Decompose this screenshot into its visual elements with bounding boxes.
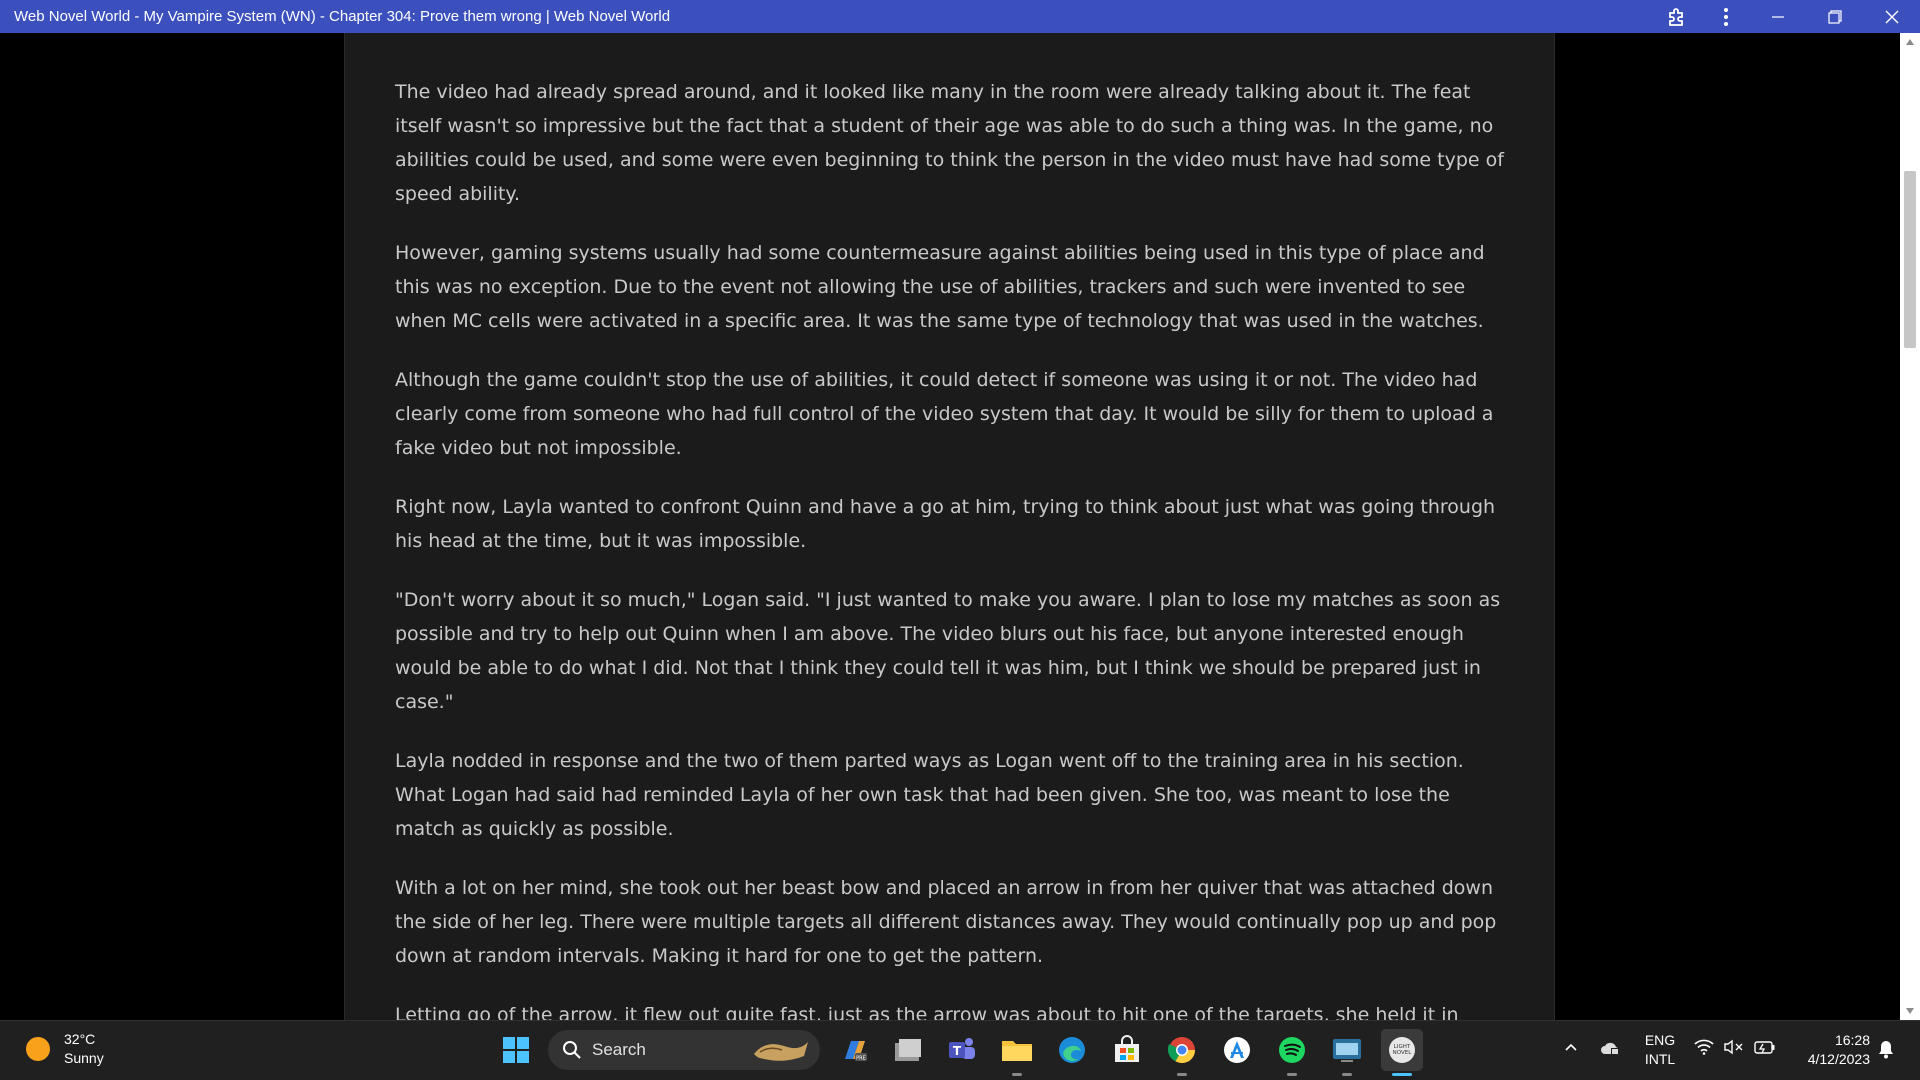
vertical-scrollbar[interactable] xyxy=(1900,33,1920,1020)
paragraph: Layla nodded in response and the two of … xyxy=(395,750,1464,840)
minimize-button[interactable] xyxy=(1749,0,1806,33)
spotify-icon[interactable] xyxy=(1271,1029,1313,1071)
close-button[interactable] xyxy=(1863,0,1920,33)
chapter-content: The video had already spread around, and… xyxy=(344,33,1555,1020)
onedrive-icon[interactable] xyxy=(1599,1039,1623,1061)
restore-button[interactable] xyxy=(1806,0,1863,33)
language-code: ENG xyxy=(1644,1032,1676,1048)
edge-icon[interactable] xyxy=(1051,1029,1093,1071)
store-icon[interactable] xyxy=(1106,1029,1148,1071)
search-label: Search xyxy=(592,1040,646,1059)
app-a-icon[interactable] xyxy=(1216,1029,1258,1071)
weather-condition: Sunny xyxy=(64,1050,104,1066)
weather-temp: 32°C xyxy=(64,1031,96,1047)
paragraph: However, gaming systems usually had some… xyxy=(395,242,1485,332)
notification-bell-icon[interactable] xyxy=(1877,1039,1895,1063)
paragraph: Letting go of the arrow, it flew out qui… xyxy=(395,1004,1459,1020)
clock[interactable]: 16:28 4/12/2023 xyxy=(1790,1031,1870,1069)
paragraph: With a lot on her mind, she took out her… xyxy=(395,877,1497,967)
active-indicator xyxy=(1392,1073,1412,1076)
clock-date: 4/12/2023 xyxy=(1807,1051,1870,1067)
start-icon[interactable] xyxy=(495,1029,537,1071)
light-novel-world-icon[interactable]: LIGHT NOVEL xyxy=(1381,1029,1423,1071)
weather-widget[interactable]: 32°C Sunny xyxy=(26,1030,104,1068)
volume-muted-icon[interactable] xyxy=(1724,1039,1744,1059)
battery-icon[interactable] xyxy=(1754,1039,1776,1059)
file-explorer-icon[interactable] xyxy=(996,1029,1038,1071)
taskbar-search[interactable]: Search xyxy=(548,1030,820,1070)
sun-icon xyxy=(26,1037,50,1061)
more-options-icon[interactable] xyxy=(1703,0,1749,33)
svg-text:T: T xyxy=(953,1044,962,1058)
search-highlight-art-icon xyxy=(754,1042,808,1061)
paragraph: "Don't worry about it so much," Logan sa… xyxy=(395,589,1501,713)
clock-time: 16:28 xyxy=(1834,1032,1870,1048)
chevron-up-icon[interactable] xyxy=(1563,1039,1579,1059)
teams-icon[interactable]: T xyxy=(941,1029,983,1071)
chrome-icon[interactable] xyxy=(1161,1029,1203,1071)
scroll-thumb[interactable] xyxy=(1904,171,1916,348)
running-indicator xyxy=(1287,1073,1297,1076)
file-manager-icon[interactable] xyxy=(887,1029,929,1071)
svg-text:PRE: PRE xyxy=(856,1056,866,1062)
keyboard-layout: INTL xyxy=(1644,1051,1676,1067)
language-indicator[interactable]: ENG INTL xyxy=(1642,1031,1678,1069)
screen-app-icon[interactable] xyxy=(1326,1029,1368,1071)
paragraph: Although the game couldn't stop the use … xyxy=(395,369,1494,459)
window-title: Web Novel World - My Vampire System (WN)… xyxy=(14,8,671,25)
scroll-down-icon[interactable] xyxy=(1900,1002,1920,1020)
title-bar: Web Novel World - My Vampire System (WN)… xyxy=(0,0,1920,33)
running-indicator xyxy=(1342,1073,1352,1076)
wifi-icon[interactable] xyxy=(1694,1039,1714,1059)
search-icon xyxy=(563,1041,581,1059)
scroll-up-icon[interactable] xyxy=(1900,33,1920,51)
running-indicator xyxy=(1012,1073,1022,1076)
copilot-pre-icon[interactable]: PRE xyxy=(833,1029,875,1071)
svg-text:NOVEL: NOVEL xyxy=(1393,1050,1413,1056)
paragraph: The video had already spread around, and… xyxy=(395,81,1504,205)
extensions-icon[interactable] xyxy=(1651,0,1703,33)
paragraph: Right now, Layla wanted to confront Quin… xyxy=(395,496,1496,552)
taskbar: 32°C Sunny Search PRE T LIGHT NOVEL ENG … xyxy=(0,1020,1920,1080)
running-indicator xyxy=(1177,1073,1187,1076)
